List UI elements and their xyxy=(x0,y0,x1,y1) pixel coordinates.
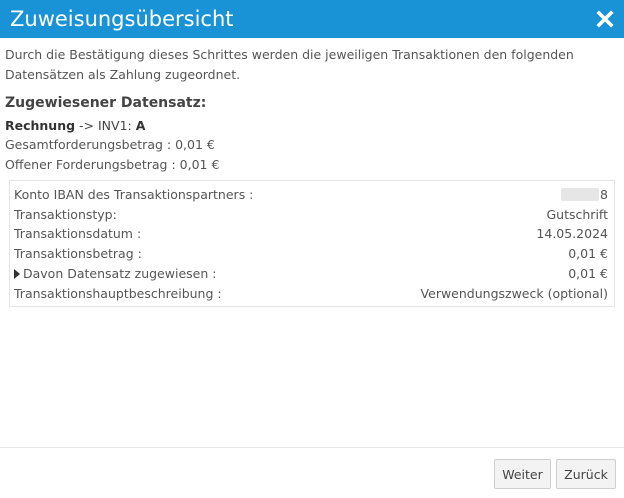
detail-value: 14.05.2024 xyxy=(536,226,608,241)
back-button[interactable]: Zurück xyxy=(556,459,616,489)
detail-row-type: Transaktionstyp: Gutschrift xyxy=(14,205,608,224)
detail-label: Transaktionsdatum : xyxy=(14,226,142,241)
open-claim-line: Offener Forderungsbetrag : 0,01 € xyxy=(5,156,219,174)
detail-label: Transaktionstyp: xyxy=(14,207,117,222)
detail-value: 0,01 € xyxy=(568,266,608,281)
masked-iban xyxy=(561,188,600,201)
record-name: A xyxy=(135,118,146,133)
detail-value: Gutschrift xyxy=(546,207,608,222)
next-button[interactable]: Weiter xyxy=(494,459,551,489)
detail-label: Konto IBAN des Transaktionspartners : xyxy=(14,187,254,202)
detail-row-date: Transaktionsdatum : 14.05.2024 xyxy=(14,224,608,243)
detail-label: Davon Datensatz zugewiesen : xyxy=(23,266,217,281)
detail-row-iban: Konto IBAN des Transaktionspartners : 8 xyxy=(14,185,608,204)
record-type: Rechnung xyxy=(5,118,76,133)
total-claim-label: Gesamtforderungsbetrag : xyxy=(5,137,172,152)
detail-row-description: Transaktionshauptbeschreibung : Verwendu… xyxy=(14,284,608,303)
detail-value: 0,01 € xyxy=(568,246,608,261)
detail-row-assigned[interactable]: Davon Datensatz zugewiesen : 0,01 € xyxy=(14,264,608,283)
footer-divider xyxy=(0,447,624,448)
total-claim-line: Gesamtforderungsbetrag : 0,01 € xyxy=(5,136,215,154)
assigned-record-reference: Rechnung -> INV1: A xyxy=(5,117,145,135)
dialog-title: Zuweisungsübersicht xyxy=(10,7,234,31)
assignment-overview-dialog: Zuweisungsübersicht Durch die Bestätigun… xyxy=(0,0,624,498)
record-ref: INV1: xyxy=(98,118,136,133)
transaction-details-panel: Konto IBAN des Transaktionspartners : 8 … xyxy=(9,180,615,307)
detail-label: Transaktionshauptbeschreibung : xyxy=(14,286,222,301)
detail-value-iban: 8 xyxy=(561,185,608,204)
detail-value: Verwendungszweck (optional) xyxy=(420,286,608,301)
close-icon[interactable] xyxy=(596,10,614,28)
total-claim-value: 0,01 € xyxy=(175,137,215,152)
intro-text: Durch die Bestätigung dieses Schrittes w… xyxy=(5,47,574,82)
detail-row-amount: Transaktionsbetrag : 0,01 € xyxy=(14,244,608,263)
assigned-record-heading: Zugewiesener Datensatz: xyxy=(5,95,207,111)
open-claim-value: 0,01 € xyxy=(179,157,220,172)
open-claim-label: Offener Forderungsbetrag : xyxy=(5,157,176,172)
record-arrow: -> xyxy=(75,118,98,133)
dialog-titlebar: Zuweisungsübersicht xyxy=(0,0,624,38)
expand-caret-icon[interactable] xyxy=(14,269,20,279)
detail-label: Transaktionsbetrag : xyxy=(14,246,142,261)
